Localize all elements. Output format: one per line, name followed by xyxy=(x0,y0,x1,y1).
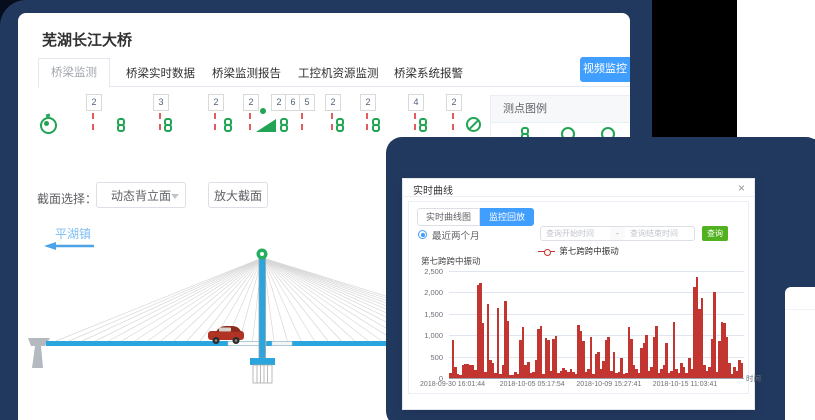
chart-bar xyxy=(741,363,744,378)
date-separator: - xyxy=(610,226,625,241)
screenshot-canvas: 芜湖长江大桥 桥梁监测 桥梁实时数据 桥梁监测报告 工控机资源监测 桥梁系统报警… xyxy=(0,0,815,420)
legend-series-name: 第七跨跨中振动 xyxy=(559,246,619,256)
tab-system-alarm[interactable]: 桥梁系统报警 xyxy=(394,65,463,81)
radio-last-two-months[interactable] xyxy=(418,230,427,239)
query-button[interactable]: 查询 xyxy=(702,226,728,241)
x-axis-name: 时间 xyxy=(746,373,761,384)
y-tick-label: 2,000 xyxy=(411,288,443,297)
video-monitor-button[interactable]: 视频监控 xyxy=(580,57,630,82)
section-select-dropdown[interactable]: 动态背立面 xyxy=(96,182,186,208)
chart-bar xyxy=(655,326,658,378)
bridge-tower xyxy=(259,256,266,358)
sensor-count-badge: 3 xyxy=(153,94,169,111)
black-screen-region xyxy=(652,0,737,139)
x-tick-label: 2018-10-09 15:27:41 xyxy=(576,381,641,388)
tab-realtime-curve[interactable]: 实时曲线图 xyxy=(417,208,480,226)
chevron-down-icon xyxy=(171,194,179,199)
pier-cap xyxy=(250,358,275,365)
chain-sensor-icon[interactable] xyxy=(224,118,236,136)
chain-sensor-icon[interactable] xyxy=(280,118,292,136)
pier-foundation xyxy=(253,365,272,383)
tab-ipc-resource[interactable]: 工控机资源监测 xyxy=(298,65,379,81)
chart-title: 第七跨跨中振动 xyxy=(421,255,481,267)
sensor-count-badge: 2 xyxy=(325,94,341,111)
sensor-dash-marker xyxy=(366,113,368,130)
y-tick-label: 1,000 xyxy=(411,331,443,340)
legend-panel-header: 测点图例 xyxy=(491,96,630,123)
chart-bar xyxy=(590,337,593,378)
zoom-section-button[interactable]: 放大截面 xyxy=(208,182,268,208)
start-time-input[interactable]: 查询开始时间 xyxy=(540,226,610,241)
chain-sensor-icon[interactable] xyxy=(117,118,129,136)
sensor-dash-marker xyxy=(214,113,216,130)
chain-sensor-icon[interactable] xyxy=(164,118,176,136)
bridge-diagram xyxy=(20,248,388,420)
tab-realtime-data[interactable]: 桥梁实时数据 xyxy=(126,65,195,81)
chain-sensor-icon[interactable] xyxy=(419,118,431,136)
sensor-dash-marker xyxy=(249,113,251,130)
chart-bar xyxy=(713,292,716,378)
legend-marker-icon xyxy=(538,248,555,255)
deck-expansion-joint xyxy=(272,342,292,346)
dialog-header: 实时曲线 × xyxy=(403,179,754,197)
tab-bridge-monitor[interactable]: 桥梁监测 xyxy=(38,58,110,88)
tab-monitor-report[interactable]: 桥梁监测报告 xyxy=(212,65,281,81)
y-tick-label: 500 xyxy=(411,353,443,362)
sensor-count-badge: 2 xyxy=(86,94,102,111)
gauge-icon[interactable] xyxy=(40,117,57,134)
sensor-count-badge: 2 xyxy=(446,94,462,111)
main-tabbar: 桥梁监测 桥梁实时数据 桥梁监测报告 工控机资源监测 桥梁系统报警 xyxy=(42,58,630,87)
dialog-body-panel: 实时曲线图 监控回放 最近两个月 查询开始时间 - 查询结束时间 查询 第七跨跨… xyxy=(408,201,749,394)
chart-bar xyxy=(555,336,558,378)
sensor-dash-marker xyxy=(301,113,303,130)
chain-sensor-icon[interactable] xyxy=(372,118,384,136)
sensor-dash-marker xyxy=(452,113,454,130)
sensor-dash-marker xyxy=(92,113,94,130)
page-title: 芜湖长江大桥 xyxy=(42,29,132,50)
chart-plot-area xyxy=(449,271,744,379)
section-select-label: 截面选择： xyxy=(37,190,97,207)
divider xyxy=(785,309,815,310)
sensor-count-badge: 4 xyxy=(408,94,424,111)
chart-bar xyxy=(482,323,485,378)
section-select-value: 动态背立面 xyxy=(111,189,171,203)
dialog-title: 实时曲线 xyxy=(413,182,453,197)
realtime-curve-dialog: 实时曲线 × 实时曲线图 监控回放 最近两个月 查询开始时间 - 查询结束时间 … xyxy=(402,178,755,410)
date-range-inputs: 查询开始时间 - 查询结束时间 xyxy=(540,226,695,241)
x-tick-label: 2018-10-15 11:03:41 xyxy=(653,381,717,388)
chain-sensor-icon[interactable] xyxy=(336,118,348,136)
sensor-count-badge: 5 xyxy=(299,94,315,111)
y-tick-label: 2,500 xyxy=(411,267,443,276)
x-tick-label: 2018-10-05 05:17:54 xyxy=(500,381,565,388)
disabled-sensor-icon[interactable] xyxy=(466,117,481,132)
chart-bar xyxy=(540,326,543,378)
sensor-dash-marker xyxy=(331,113,333,130)
radio-label: 最近两个月 xyxy=(432,228,480,242)
chart-bar xyxy=(507,321,510,378)
overlay-window-page: 测点图例 温度 （9） 对比分析 对比分析 测点列表 xyxy=(785,287,815,420)
sensor-count-badge: 2 xyxy=(208,94,224,111)
x-tick-label: 2018-09-30 16:01:44 xyxy=(420,381,485,388)
chart-bar xyxy=(497,308,500,378)
slope-sensor-icon[interactable] xyxy=(256,119,276,132)
sensor-dash-marker xyxy=(414,113,416,130)
tower-top-sensor-icon[interactable] xyxy=(257,249,268,260)
tab-monitor-playback[interactable]: 监控回放 xyxy=(480,208,534,226)
dialog-tabs: 实时曲线图 监控回放 xyxy=(417,208,534,226)
sensor-dash-marker xyxy=(159,113,161,130)
sensor-count-badge: 2 xyxy=(243,94,259,111)
y-tick-label: 1,500 xyxy=(411,310,443,319)
close-icon[interactable]: × xyxy=(738,181,745,195)
sensor-count-badge: 2 xyxy=(360,94,376,111)
end-time-input[interactable]: 查询结束时间 xyxy=(625,226,695,241)
bridge-left-side-label: 平湖镇 xyxy=(55,225,91,242)
